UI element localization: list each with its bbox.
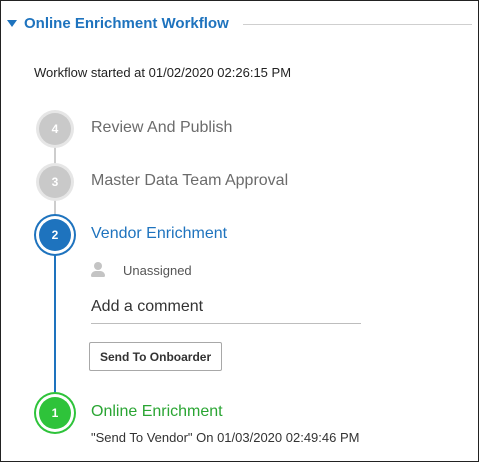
assignee-label: Unassigned — [123, 262, 192, 278]
assignee-row: Unassigned — [91, 262, 192, 278]
person-icon — [91, 262, 105, 278]
step-number-badge: 3 — [39, 166, 71, 198]
header-divider — [242, 23, 472, 25]
step-detail: "Send To Vendor" On 01/03/2020 02:49:46 … — [91, 430, 360, 445]
comment-input[interactable] — [91, 291, 361, 324]
step-label: Online Enrichment — [91, 403, 223, 420]
send-to-onboarder-button[interactable]: Send To Onboarder — [89, 342, 223, 371]
panel-title[interactable]: Online Enrichment Workflow — [24, 15, 229, 32]
workflow-panel: Online Enrichment Workflow Workflow star… — [0, 0, 479, 462]
step-label: Review And Publish — [91, 119, 233, 136]
step-number-badge: 4 — [39, 113, 71, 145]
workflow-started-text: Workflow started at 01/02/2020 02:26:15 … — [34, 65, 292, 80]
step-label: Vendor Enrichment — [91, 225, 228, 242]
step-number-badge: 2 — [39, 219, 71, 251]
timeline-connector-active — [54, 241, 56, 419]
step-label: Master Data Team Approval — [91, 172, 289, 189]
panel-header[interactable]: Online Enrichment Workflow — [7, 11, 472, 35]
caret-down-icon[interactable] — [7, 20, 17, 27]
step-number-badge: 1 — [39, 397, 71, 429]
